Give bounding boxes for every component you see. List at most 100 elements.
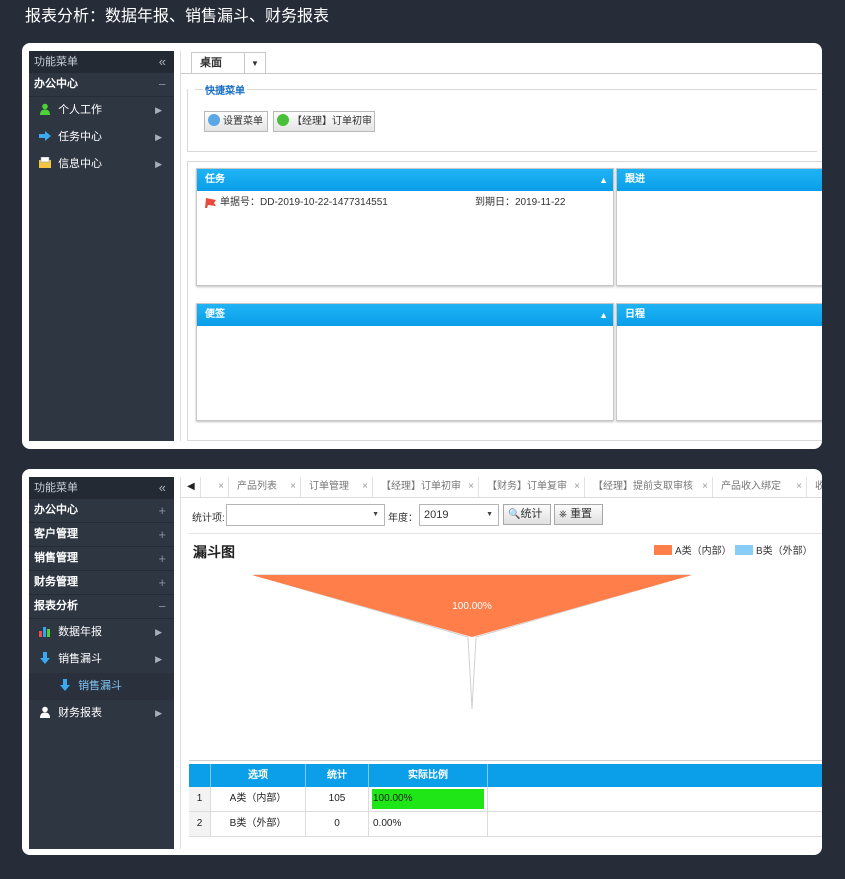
- close-icon[interactable]: ×: [362, 477, 368, 497]
- user-icon: [40, 706, 50, 719]
- sidebar-group-office[interactable]: 办公中心 +: [29, 499, 174, 523]
- check-icon: [277, 114, 289, 127]
- sidebar-item-annual-report[interactable]: 数据年报 ▶: [29, 619, 174, 646]
- header-cell-index: [189, 764, 211, 787]
- caret-down-icon: ▼: [486, 511, 493, 518]
- legend-item-b[interactable]: B类（外部）: [735, 542, 813, 557]
- cell-count: 105: [306, 787, 369, 811]
- tab-product-income-binding[interactable]: 产品收入绑定 ×: [713, 477, 807, 497]
- quick-menu: 快捷菜单 设置菜单 【经理】订单初审: [187, 82, 817, 152]
- plus-icon[interactable]: +: [158, 523, 166, 546]
- sidebar-item-sales-funnel[interactable]: 销售漏斗 ▶: [29, 646, 174, 673]
- chevron-right-icon: ▶: [155, 105, 162, 115]
- arrow-down-icon: [60, 679, 70, 692]
- panel-header: 日程: [617, 304, 822, 326]
- minus-icon[interactable]: −: [158, 595, 166, 618]
- page-title: 报表分析：数据年报、销售漏斗、财务报表: [25, 8, 330, 25]
- gear-icon: [208, 114, 220, 127]
- minus-icon[interactable]: −: [158, 73, 166, 96]
- tab-product-list[interactable]: 产品列表 ×: [229, 477, 301, 497]
- sidebar-group-finance[interactable]: 财务管理 +: [29, 571, 174, 595]
- reset-button[interactable]: ⎈ 重置: [554, 504, 603, 525]
- ratio-text: 0.00%: [373, 818, 402, 829]
- close-icon[interactable]: ×: [290, 477, 296, 497]
- sidebar-item-task-center[interactable]: 任务中心 ▶: [29, 124, 174, 151]
- sidebar-group-label: 办公中心: [34, 504, 78, 516]
- sidebar-group-customer[interactable]: 客户管理 +: [29, 523, 174, 547]
- tab-early-withdrawal-review[interactable]: 【经理】提前支取审核 ×: [585, 477, 713, 497]
- sidebar-group-label: 客户管理: [34, 528, 78, 540]
- tab-dropdown-icon[interactable]: ▼: [244, 52, 266, 73]
- sidebar-item-personal-work[interactable]: 个人工作 ▶: [29, 97, 174, 124]
- header-cell-count[interactable]: 统计: [306, 764, 369, 787]
- sidebar-header-label: 功能菜单: [34, 56, 78, 68]
- sidebar-item-info-center[interactable]: 信息中心 ▶: [29, 151, 174, 178]
- funnel-screenshot-card: 功能菜单 « 办公中心 + 客户管理 + 销售管理 + 财务管理 + 报表分析 − 数据年…: [22, 469, 822, 855]
- collapse-icon[interactable]: «: [159, 477, 166, 499]
- sidebar-item-financial-report[interactable]: 财务报表 ▶: [29, 700, 174, 727]
- close-icon[interactable]: ×: [218, 477, 224, 497]
- arrow-right-icon: [39, 131, 51, 142]
- caret-down-icon: ▼: [372, 511, 379, 518]
- close-icon[interactable]: ×: [574, 477, 580, 497]
- tab-bar: 桌面 ▼: [181, 51, 822, 74]
- sidebar-group-sales[interactable]: 销售管理 +: [29, 547, 174, 571]
- task-row[interactable]: 单据号：DD-2019-10-22-1477314551 到期日：2019-11…: [197, 195, 613, 211]
- order-review-button[interactable]: 【经理】订单初审: [273, 111, 375, 132]
- tab-finance-order-recheck[interactable]: 【财务】订单复审 ×: [479, 477, 585, 497]
- stat-item-select[interactable]: ▼: [226, 504, 385, 526]
- tab-label: 收: [815, 481, 822, 492]
- settings-menu-button[interactable]: 设置菜单: [204, 111, 268, 132]
- collapse-icon[interactable]: «: [159, 51, 166, 73]
- tab-manager-order-review[interactable]: 【经理】订单初审 ×: [373, 477, 479, 497]
- sidebar-item-label: 数据年报: [58, 626, 103, 638]
- tab-blank[interactable]: ×: [201, 477, 229, 497]
- chevron-up-icon[interactable]: ▲: [599, 304, 608, 326]
- stat-button[interactable]: 🔍统计: [503, 504, 551, 525]
- funnel-plot: 100.00%: [252, 574, 692, 710]
- sidebar-item-label: 个人工作: [58, 104, 103, 116]
- tab-order-management[interactable]: 订单管理 ×: [301, 477, 373, 497]
- tab-truncated[interactable]: 收: [807, 477, 822, 497]
- schedule-panel: 日程: [616, 303, 822, 421]
- close-icon[interactable]: ×: [468, 477, 474, 497]
- sidebar-subitem-sales-funnel[interactable]: 销售漏斗: [29, 673, 174, 700]
- plus-icon[interactable]: +: [158, 547, 166, 570]
- header-cell-option[interactable]: 选项: [211, 764, 306, 787]
- legend-item-a[interactable]: A类（内部）: [654, 542, 732, 557]
- chevron-right-icon: ▶: [155, 654, 162, 664]
- funnel-chart: 漏斗图 A类（内部） B类（外部） 100.00%: [189, 533, 822, 761]
- sidebar: 功能菜单 « 办公中心 − 个人工作 ▶ 任务中心 ▶ 信息中心 ▶: [29, 51, 174, 441]
- table-row[interactable]: 2 B类（外部） 0 0.00%: [189, 812, 822, 837]
- data-table: 选项 统计 实际比例 1 A类（内部） 105 100.00% 2 B类（外部）…: [189, 764, 822, 837]
- row-index: 1: [189, 787, 211, 811]
- sidebar-group-label: 办公中心: [34, 78, 78, 90]
- header-cell-ratio[interactable]: 实际比例: [369, 764, 488, 787]
- sidebar-item-label: 财务报表: [58, 707, 103, 719]
- due-date: 到期日：2019-11-22: [475, 197, 566, 208]
- year-select[interactable]: 2019 ▼: [419, 504, 499, 526]
- tab-desktop[interactable]: 桌面: [191, 52, 245, 73]
- chevron-right-icon: ▶: [155, 708, 162, 718]
- close-icon[interactable]: ×: [796, 477, 802, 497]
- button-label: 统计: [520, 508, 543, 520]
- sidebar-subitem-label: 销售漏斗: [78, 680, 123, 692]
- chevron-up-icon[interactable]: ▲: [599, 169, 608, 191]
- tab-scroll-left-icon[interactable]: ◀: [181, 477, 201, 497]
- sidebar-group-reports[interactable]: 报表分析 −: [29, 595, 174, 619]
- search-icon: 🔍: [508, 509, 521, 520]
- cell-count: 0: [306, 812, 369, 836]
- stat-item-label: 统计项:: [192, 513, 225, 524]
- arrow-down-icon: [40, 652, 50, 665]
- quick-menu-legend: 快捷菜单: [203, 82, 247, 97]
- button-label: 【经理】订单初审: [292, 116, 372, 127]
- sidebar-group-office[interactable]: 办公中心 −: [29, 73, 174, 97]
- plus-icon[interactable]: +: [158, 571, 166, 594]
- plus-icon[interactable]: +: [158, 499, 166, 522]
- portal-area: 任务 ▲ 单据号：DD-2019-10-22-1477314551 到期日：20…: [187, 161, 822, 441]
- sidebar-item-label: 任务中心: [58, 131, 103, 143]
- close-icon[interactable]: ×: [702, 477, 708, 497]
- sidebar: 功能菜单 « 办公中心 + 客户管理 + 销售管理 + 财务管理 + 报表分析 − 数据年…: [29, 477, 174, 849]
- table-row[interactable]: 1 A类（内部） 105 100.00%: [189, 787, 822, 812]
- button-label: 设置菜单: [223, 116, 263, 127]
